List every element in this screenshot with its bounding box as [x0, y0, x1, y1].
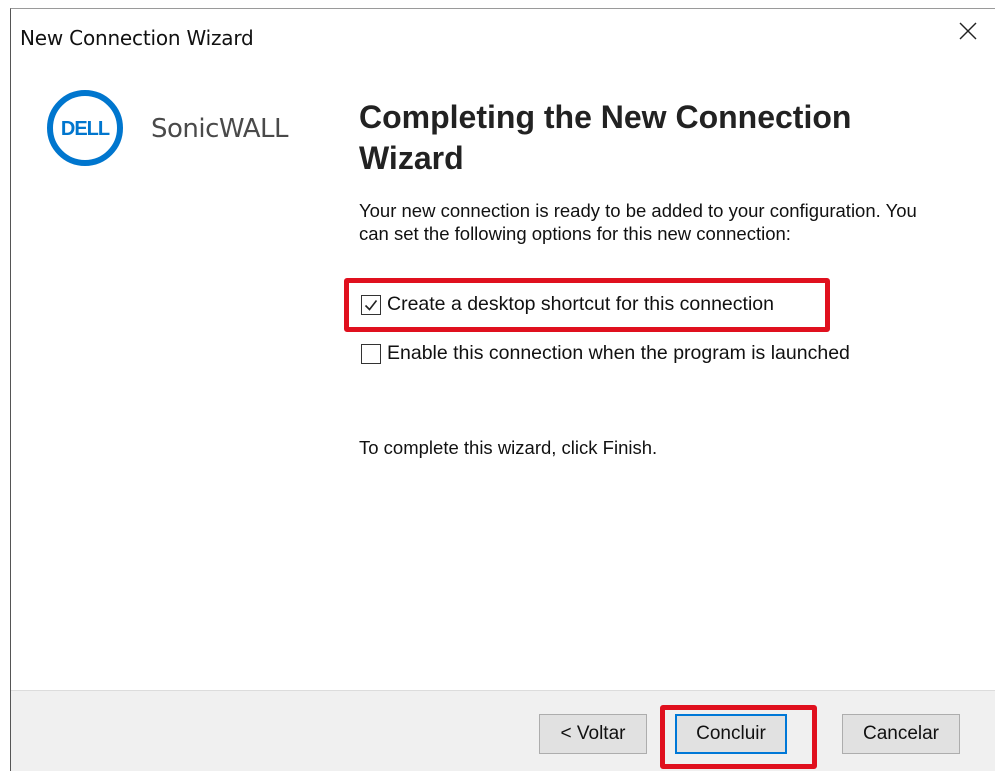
dell-logo-icon: DELL — [45, 88, 125, 168]
desktop-shortcut-label: Create a desktop shortcut for this conne… — [387, 293, 774, 315]
desktop-shortcut-option[interactable]: Create a desktop shortcut for this conne… — [361, 293, 774, 316]
enable-on-launch-label: Enable this connection when the program … — [387, 342, 850, 364]
finish-button[interactable]: Concluir — [675, 714, 787, 754]
close-icon — [959, 22, 977, 45]
enable-on-launch-checkbox[interactable] — [361, 343, 381, 364]
title-bar: New Connection Wizard — [11, 9, 995, 57]
close-button[interactable] — [941, 9, 995, 57]
button-bar: < Voltar Concluir Cancelar — [11, 690, 995, 771]
desktop-shortcut-checkbox[interactable] — [361, 294, 381, 315]
window-title: New Connection Wizard — [20, 26, 254, 50]
description-text: Your new connection is ready to be added… — [359, 200, 917, 244]
wizard-window: New Connection Wizard DELL SonicWALL Com… — [10, 8, 995, 771]
finish-instruction: To complete this wizard, click Finish. — [359, 437, 658, 458]
cancel-button[interactable]: Cancelar — [842, 714, 960, 754]
back-button[interactable]: < Voltar — [539, 714, 647, 754]
brand-logo-area: DELL SonicWALL — [45, 88, 345, 168]
checkmark-icon — [364, 299, 378, 311]
dell-logo-text: DELL — [61, 118, 110, 140]
enable-on-launch-option[interactable]: Enable this connection when the program … — [361, 342, 850, 365]
page-title: Completing the New Connection Wizard — [359, 99, 852, 176]
product-name: SonicWALL — [151, 114, 288, 144]
